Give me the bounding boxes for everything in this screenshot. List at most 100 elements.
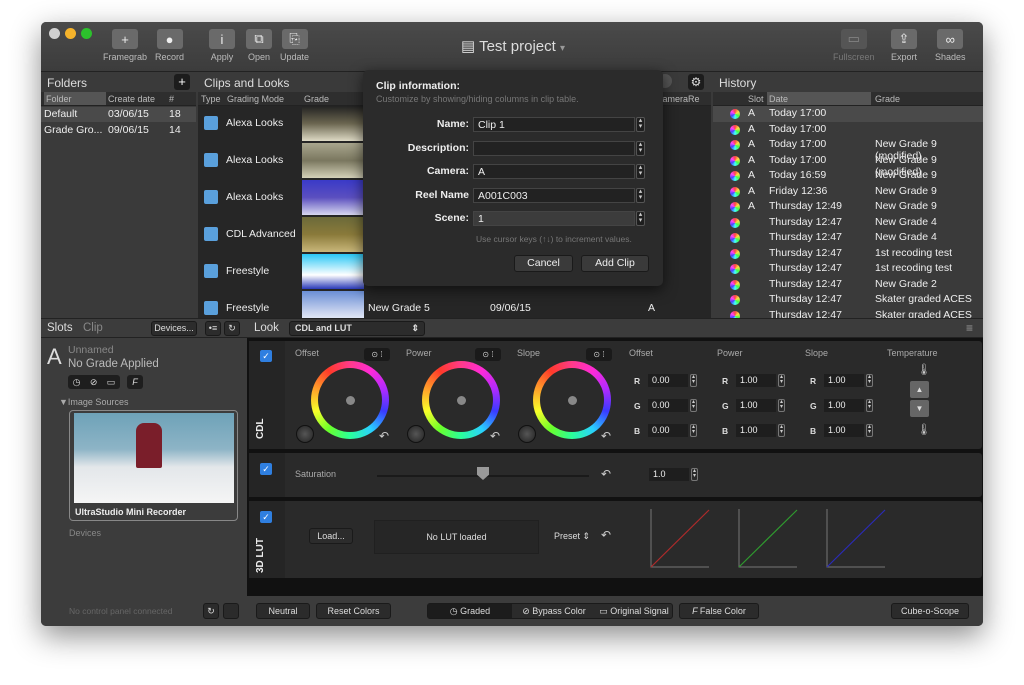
offset-b-field[interactable]: 0.00 bbox=[648, 424, 688, 437]
camera-icon[interactable]: ▭ bbox=[107, 377, 116, 388]
name-field[interactable]: Clip 1 bbox=[473, 117, 635, 132]
slope-g-stepper[interactable]: ▴ ▾ bbox=[866, 399, 873, 412]
column-count[interactable]: # bbox=[169, 94, 174, 104]
bypass-icon[interactable]: ⊘ bbox=[90, 377, 98, 388]
column-grade[interactable]: Grade bbox=[304, 94, 329, 104]
false-color-button[interactable]: F False Color bbox=[679, 603, 759, 619]
power-r-field[interactable]: 1.00 bbox=[736, 374, 776, 387]
shades-button[interactable]: ∞ Shades bbox=[935, 29, 966, 62]
column-grade[interactable]: Grade bbox=[875, 94, 900, 104]
power-g-stepper[interactable]: ▴ ▾ bbox=[778, 399, 785, 412]
slope-b-field[interactable]: 1.00 bbox=[824, 424, 864, 437]
wheel-handle[interactable] bbox=[346, 396, 355, 405]
project-title[interactable]: ▤ Test project ▾ bbox=[461, 37, 565, 55]
offset-b-stepper[interactable]: ▴ ▾ bbox=[690, 424, 697, 437]
slope-color-wheel[interactable] bbox=[533, 361, 611, 439]
offset-reset-icon[interactable]: ↶ bbox=[379, 429, 389, 443]
column-create-date[interactable]: Create date bbox=[108, 94, 155, 104]
power-master-knob[interactable] bbox=[407, 425, 425, 443]
scene-field[interactable]: 1 bbox=[473, 211, 635, 226]
lut-enable-checkbox[interactable]: ✓ bbox=[260, 511, 272, 523]
column-date[interactable]: Date bbox=[767, 92, 871, 105]
description-field[interactable] bbox=[473, 141, 635, 156]
reset-colors-button[interactable]: Reset Colors bbox=[316, 603, 391, 619]
power-b-field[interactable]: 1.00 bbox=[736, 424, 776, 437]
original-signal-segment[interactable]: ▭ Original Signal bbox=[596, 604, 672, 618]
history-row[interactable]: A Today 17:00 New Grade 9 (modified) bbox=[713, 153, 983, 178]
column-type[interactable]: Type bbox=[201, 94, 221, 104]
column-reel[interactable]: Re bbox=[688, 94, 700, 104]
temperature-up-button[interactable]: ▲ bbox=[910, 381, 929, 398]
menu-icon[interactable]: ≡ bbox=[966, 321, 973, 335]
graded-icon[interactable]: ◷ bbox=[73, 377, 81, 388]
history-row[interactable]: A Today 16:59 New Grade 9 bbox=[713, 168, 983, 184]
saturation-enable-checkbox[interactable]: ✓ bbox=[260, 463, 272, 475]
slope-g-field[interactable]: 1.00 bbox=[824, 399, 864, 412]
list-view-button[interactable]: •≡ bbox=[205, 321, 221, 336]
slot-mode-toggle[interactable]: ◷ ⊘ ▭ bbox=[68, 375, 120, 389]
history-row[interactable]: A Friday 12:36 New Grade 9 bbox=[713, 184, 983, 200]
look-select[interactable]: CDL and LUT ⇕ bbox=[289, 321, 425, 336]
fullscreen-button[interactable]: ▭ Fullscreen bbox=[833, 29, 875, 62]
lut-reset-icon[interactable]: ↶ bbox=[601, 528, 611, 542]
image-source-card[interactable]: UltraStudio Mini Recorder bbox=[69, 410, 238, 521]
graded-segment[interactable]: ◷ Graded bbox=[428, 604, 512, 618]
export-button[interactable]: ⇪ Export bbox=[891, 29, 917, 62]
power-r-stepper[interactable]: ▴ ▾ bbox=[778, 374, 785, 387]
add-clip-button[interactable]: Add Clip bbox=[581, 255, 649, 272]
refresh-button[interactable]: ↻ bbox=[224, 321, 240, 336]
scene-stepper[interactable]: ▴ ▾ bbox=[636, 211, 645, 226]
record-button[interactable]: ● Record bbox=[155, 29, 184, 62]
offset-mode-toggle[interactable]: ⊙ ⁞ bbox=[364, 348, 390, 361]
power-b-stepper[interactable]: ▴ ▾ bbox=[778, 424, 785, 437]
power-mode-toggle[interactable]: ⊙ ⁞ bbox=[475, 348, 501, 361]
history-row[interactable]: Thursday 12:47 New Grade 4 bbox=[713, 215, 983, 231]
description-stepper[interactable]: ▴ ▾ bbox=[636, 141, 645, 156]
image-sources-toggle[interactable]: ▼Image Sources bbox=[59, 397, 128, 407]
slope-b-stepper[interactable]: ▴ ▾ bbox=[866, 424, 873, 437]
wheel-handle[interactable] bbox=[568, 396, 577, 405]
panel-button[interactable] bbox=[223, 603, 239, 619]
history-row[interactable]: Thursday 12:47 Skater graded ACES bbox=[713, 292, 983, 308]
camera-stepper[interactable]: ▴ ▾ bbox=[636, 164, 645, 179]
tab-clip[interactable]: Clip bbox=[83, 322, 103, 334]
framegrab-button[interactable]: + Framegrab bbox=[103, 29, 147, 62]
history-row[interactable]: Thursday 12:47 1st recoding test bbox=[713, 246, 983, 262]
history-row[interactable]: Thursday 12:47 New Grade 2 bbox=[713, 277, 983, 293]
saturation-reset-icon[interactable]: ↶ bbox=[601, 467, 611, 481]
bypass-color-segment[interactable]: ⊘ Bypass Color bbox=[512, 604, 596, 618]
folder-row[interactable]: Grade Gro... 09/06/15 14 bbox=[41, 123, 196, 138]
history-row[interactable]: A Today 17:00 bbox=[713, 122, 983, 138]
saturation-slider-thumb[interactable] bbox=[477, 467, 489, 480]
column-slot[interactable]: Slot bbox=[748, 94, 764, 104]
history-row[interactable]: A Thursday 12:49 New Grade 9 bbox=[713, 199, 983, 215]
history-row[interactable]: A Today 17:00 bbox=[713, 106, 983, 122]
table-row[interactable]: Freestyle New Grade 5 09/06/15 A bbox=[198, 291, 711, 318]
preset-select[interactable]: Preset ⇕ bbox=[554, 531, 590, 542]
slope-reset-icon[interactable]: ↶ bbox=[601, 429, 611, 443]
temperature-down-button[interactable]: ▼ bbox=[910, 400, 929, 417]
load-lut-button[interactable]: Load... bbox=[309, 528, 353, 544]
update-button[interactable]: ⎘ Update bbox=[280, 29, 309, 62]
slope-mode-toggle[interactable]: ⊙ ⁞ bbox=[586, 348, 612, 361]
power-g-field[interactable]: 1.00 bbox=[736, 399, 776, 412]
offset-master-knob[interactable] bbox=[296, 425, 314, 443]
add-folder-button[interactable]: + bbox=[174, 74, 190, 90]
apply-button[interactable]: i Apply bbox=[209, 29, 235, 62]
slope-master-knob[interactable] bbox=[518, 425, 536, 443]
history-row[interactable]: A Today 17:00 New Grade 9 (modified) bbox=[713, 137, 983, 162]
slope-r-field[interactable]: 1.00 bbox=[824, 374, 864, 387]
cube-o-scope-button[interactable]: Cube-o-Scope bbox=[891, 603, 969, 619]
offset-g-stepper[interactable]: ▴ ▾ bbox=[690, 399, 697, 412]
cdl-enable-checkbox[interactable]: ✓ bbox=[260, 350, 272, 362]
neutral-button[interactable]: Neutral bbox=[256, 603, 310, 619]
offset-r-stepper[interactable]: ▴ ▾ bbox=[690, 374, 697, 387]
reel-name-stepper[interactable]: ▴ ▾ bbox=[636, 188, 645, 203]
history-row[interactable]: Thursday 12:47 Skater graded ACES bbox=[713, 308, 983, 318]
close-button[interactable] bbox=[49, 28, 60, 39]
offset-g-field[interactable]: 0.00 bbox=[648, 399, 688, 412]
minimize-button[interactable] bbox=[65, 28, 76, 39]
history-row[interactable]: Thursday 12:47 1st recoding test bbox=[713, 261, 983, 277]
gear-icon[interactable]: ⚙ bbox=[688, 74, 704, 90]
column-grading-mode[interactable]: Grading Mode bbox=[227, 94, 284, 104]
